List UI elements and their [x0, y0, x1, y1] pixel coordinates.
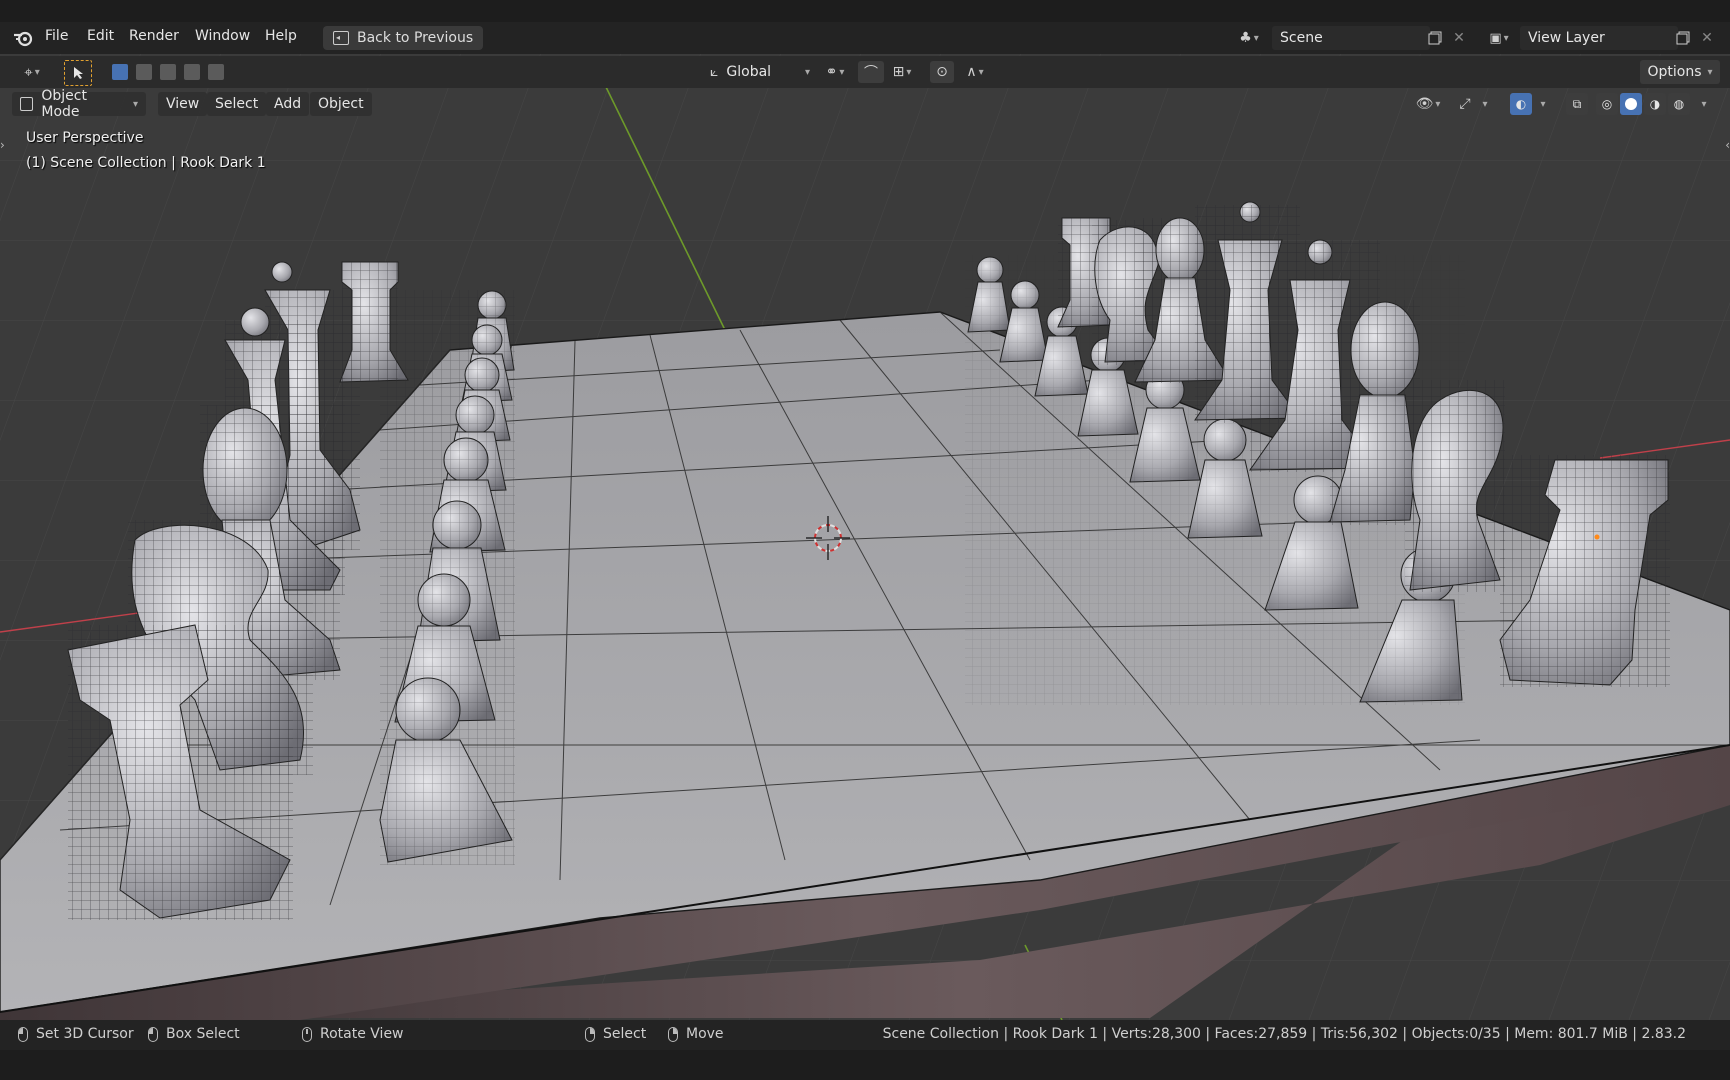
menu-render[interactable]: Render — [129, 28, 179, 44]
object-mode-dropdown[interactable]: Object Mode ▾ — [12, 88, 146, 120]
close-view-layer-icon[interactable]: ✕ — [1696, 27, 1718, 49]
scene-icon: ♣ — [1239, 30, 1252, 46]
select-mode-subtract-icon[interactable] — [160, 64, 176, 80]
hint-rotate-view: Rotate View — [302, 1026, 404, 1042]
falloff-icon[interactable]: ∧ ▾ — [958, 61, 992, 83]
overlay-icon[interactable]: ◐ — [1510, 93, 1532, 115]
viewport-menu-select[interactable]: Select — [207, 92, 267, 116]
rendered-shading-icon[interactable]: ◍ — [1668, 93, 1690, 115]
mouse-middle-icon — [302, 1026, 312, 1042]
shading-dropdown-icon[interactable]: ▾ — [1696, 93, 1712, 115]
transform-orientation-dropdown[interactable]: ⟀ Global ▾ — [710, 61, 810, 83]
snap-icon[interactable]: ⌒ — [858, 61, 884, 83]
viewport-menu-add[interactable]: Add — [266, 92, 310, 116]
viewport-menu-object[interactable]: Object — [310, 92, 372, 116]
mouse-right-icon — [585, 1026, 595, 1042]
gizmo-icon[interactable]: ⤢ — [1454, 93, 1476, 115]
scene-statistics: Scene Collection | Rook Dark 1 | Verts:2… — [882, 1026, 1686, 1042]
object-origin — [1594, 534, 1600, 540]
snap-target-icon[interactable]: ⊞ ▾ — [885, 61, 919, 83]
view-layer-name-field[interactable]: View Layer — [1520, 26, 1678, 50]
blender-logo-icon[interactable] — [12, 27, 34, 49]
toolbar-expand-arrow[interactable]: › — [0, 138, 5, 152]
collection-label: (1) Scene Collection | Rook Dark 1 — [26, 155, 266, 171]
menu-window[interactable]: Window — [195, 28, 250, 44]
3d-viewport[interactable] — [0, 54, 1730, 1020]
visibility-icon[interactable]: 👁 ▾ — [1410, 93, 1446, 115]
sidebar-expand-arrow[interactable]: ‹ — [1725, 138, 1730, 152]
select-mode-invert-icon[interactable] — [184, 64, 200, 80]
menu-edit[interactable]: Edit — [87, 28, 114, 44]
select-tool-icon[interactable] — [64, 60, 92, 86]
overlay-dropdown-icon[interactable]: ▾ — [1536, 93, 1550, 115]
material-shading-icon[interactable]: ◑ — [1644, 93, 1666, 115]
back-icon: ◂ — [333, 31, 349, 45]
hint-set-3d-cursor: Set 3D Cursor — [18, 1026, 134, 1042]
view-layer-icon: ▣ — [1489, 30, 1502, 46]
wireframe-shading-icon[interactable]: ◎ — [1596, 93, 1618, 115]
perspective-label: User Perspective — [26, 130, 144, 146]
gizmo-dropdown-icon[interactable]: ▾ — [1478, 93, 1492, 115]
close-scene-icon[interactable]: ✕ — [1448, 27, 1470, 49]
mouse-right-drag-icon — [668, 1026, 678, 1042]
mouse-left-icon — [18, 1026, 28, 1042]
hint-box-select: Box Select — [148, 1026, 240, 1042]
viewport-header: Object Mode ▾ View Select Add Object 👁 ▾ … — [0, 88, 1730, 120]
menu-file[interactable]: File — [45, 28, 68, 44]
status-bar: Set 3D Cursor Box Select Rotate View Sel… — [0, 1020, 1730, 1050]
tool-header: ⌖ ▾ ⟀ Global ▾ ⚭ ▾ ⌒ ⊞ ▾ ⊙ ∧ ▾ Options ▾ — [0, 56, 1730, 88]
select-mode-extend-icon[interactable] — [136, 64, 152, 80]
scene-name-field[interactable]: Scene — [1272, 26, 1430, 50]
view-layer-browse-button[interactable]: ▣ ▾ — [1482, 27, 1516, 49]
select-mode-new-icon[interactable] — [112, 64, 128, 80]
hint-select: Select — [585, 1026, 646, 1042]
top-menu-bar: File Edit Render Window Help ◂ Back to P… — [0, 22, 1730, 54]
back-to-previous-button[interactable]: ◂ Back to Previous — [323, 26, 484, 50]
proportional-icon[interactable]: ⊙ — [930, 61, 954, 83]
scene-browse-button[interactable]: ♣ ▾ — [1232, 27, 1266, 49]
new-scene-icon[interactable] — [1424, 27, 1446, 49]
object-mode-icon — [20, 97, 34, 111]
transform-orientation-icon: ⟀ — [710, 64, 719, 80]
mouse-drag-icon — [148, 1026, 158, 1042]
viewport-menu-view[interactable]: View — [158, 92, 208, 116]
select-mode-intersect-icon[interactable] — [208, 64, 224, 80]
pawn-row-left-mesh — [380, 290, 515, 865]
pivot-icon[interactable]: ⚭ ▾ — [818, 61, 852, 83]
solid-shading-icon[interactable] — [1620, 93, 1642, 115]
options-dropdown[interactable]: Options ▾ — [1640, 60, 1720, 84]
menu-help[interactable]: Help — [265, 28, 297, 44]
hint-move: Move — [668, 1026, 724, 1042]
xray-icon[interactable]: ⧉ — [1566, 93, 1588, 115]
chess-piece-knight-right[interactable] — [1405, 380, 1505, 592]
editor-type-icon[interactable]: ⌖ ▾ — [14, 61, 50, 83]
chess-piece-rook-near-right[interactable] — [1499, 455, 1670, 687]
chess-piece-rook-near-left[interactable] — [67, 624, 293, 920]
new-view-layer-icon[interactable] — [1672, 27, 1694, 49]
